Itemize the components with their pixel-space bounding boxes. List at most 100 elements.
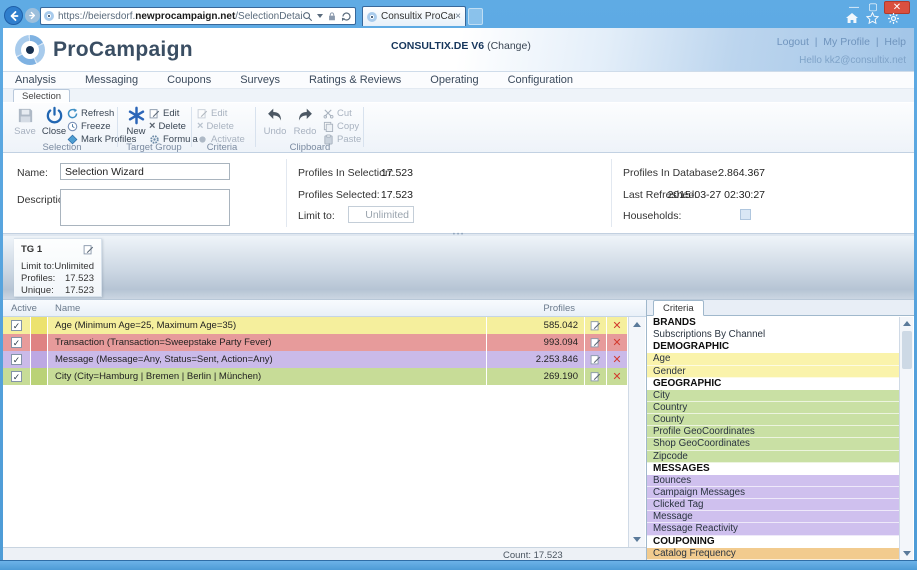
row-profiles: 269.190	[487, 368, 585, 385]
row-delete-icon[interactable]: ✕	[607, 351, 628, 368]
row-active-checkbox[interactable]: ✓	[11, 320, 22, 331]
households-checkbox[interactable]	[740, 209, 751, 220]
home-icon	[845, 12, 859, 24]
row-edit-icon[interactable]	[590, 337, 601, 348]
save-button[interactable]: Save	[11, 105, 39, 141]
profiles-in-selection-value: 17.523	[333, 167, 413, 179]
row-delete-icon[interactable]: ✕	[607, 368, 628, 385]
tab-close-icon[interactable]: ×	[455, 11, 461, 22]
change-account-link[interactable]: (Change)	[487, 40, 531, 52]
row-delete-icon[interactable]: ✕	[607, 334, 628, 351]
row-delete-icon[interactable]: ✕	[607, 317, 628, 334]
tab-criteria[interactable]: Criteria	[653, 300, 704, 316]
cut-scissors-icon	[323, 108, 334, 119]
criteria-item-profile-geo[interactable]: Profile GeoCoordinates	[647, 426, 900, 438]
refresh-button[interactable]: Refresh	[67, 107, 114, 119]
address-bar[interactable]: https://beiersdorf.newprocampaign.net/Se…	[40, 7, 356, 25]
criteria-delete-label: Delete	[206, 121, 233, 132]
row-edit-icon[interactable]	[590, 354, 601, 365]
criteria-item-city[interactable]: City	[647, 390, 900, 402]
criteria-table-header: Active Name Profiles	[3, 300, 646, 317]
copy-button[interactable]: Copy	[323, 120, 359, 132]
undo-label: Undo	[264, 126, 287, 137]
target-group-card[interactable]: TG 1 Limit to:Unlimited Profiles:17.523 …	[14, 238, 102, 297]
browser-tab[interactable]: Consultix ProCampaign ×	[362, 6, 466, 26]
criteria-item-message[interactable]: Message	[647, 511, 900, 523]
scrollbar-thumb[interactable]	[902, 331, 912, 369]
home-button[interactable]	[845, 12, 859, 24]
tg-edit-icon[interactable]	[83, 244, 94, 255]
menu-item-ratings-reviews[interactable]: Ratings & Reviews	[309, 74, 401, 86]
criteria-row-message[interactable]: ✓ Message (Message=Any, Status=Sent, Act…	[3, 351, 628, 368]
row-active-checkbox[interactable]: ✓	[11, 371, 22, 382]
criteria-item-county[interactable]: County	[647, 414, 900, 426]
undo-button[interactable]: Undo	[261, 105, 289, 141]
account-label: CONSULTIX.DE V6	[391, 40, 484, 52]
search-icon[interactable]	[302, 11, 313, 22]
tg-delete-button[interactable]: × Delete	[149, 120, 186, 132]
criteria-item-age[interactable]: Age	[647, 353, 900, 365]
new-tab-button[interactable]	[468, 8, 483, 25]
tg-limit-label: Limit to:	[21, 261, 54, 272]
criteria-item-subscriptions[interactable]: Subscriptions By Channel	[647, 329, 900, 341]
new-target-group-button[interactable]: New	[122, 105, 150, 141]
criteria-item-bounces[interactable]: Bounces	[647, 475, 900, 487]
freeze-label: Freeze	[81, 121, 111, 132]
criteria-delete-button[interactable]: × Delete	[197, 120, 234, 132]
tg-edit-button[interactable]: Edit	[149, 107, 179, 119]
criteria-item-zipcode[interactable]: Zipcode	[647, 451, 900, 463]
menu-item-surveys[interactable]: Surveys	[240, 74, 280, 86]
row-color-stripe	[31, 368, 48, 385]
row-edit-icon[interactable]	[590, 371, 601, 382]
refresh-icon	[67, 108, 78, 119]
criteria-row-city[interactable]: ✓ City (City=Hamburg | Bremen | Berlin |…	[3, 368, 628, 385]
criteria-item-gender[interactable]: Gender	[647, 366, 900, 378]
close-button[interactable]: Close	[40, 105, 68, 141]
freeze-clock-icon	[67, 121, 78, 132]
name-input[interactable]	[60, 163, 230, 180]
menu-item-operating[interactable]: Operating	[430, 74, 478, 86]
criteria-item-country[interactable]: Country	[647, 402, 900, 414]
search-dropdown-caret[interactable]	[317, 14, 323, 18]
criteria-row-age[interactable]: ✓ Age (Minimum Age=25, Maximum Age=35) 5…	[3, 317, 628, 334]
criteria-item-clicked-tag[interactable]: Clicked Tag	[647, 499, 900, 511]
row-edit-icon[interactable]	[590, 320, 601, 331]
scroll-down-arrow[interactable]	[633, 537, 641, 542]
cut-button[interactable]: Cut	[323, 107, 352, 119]
scroll-up-arrow[interactable]	[903, 321, 911, 326]
criteria-scrollbar[interactable]	[899, 317, 913, 560]
favorites-button[interactable]	[866, 12, 879, 24]
criteria-item-msg-reactivity[interactable]: Message Reactivity	[647, 523, 900, 535]
my-profile-link[interactable]: My Profile	[823, 36, 870, 48]
redo-button[interactable]: Redo	[291, 105, 319, 141]
header-links: Logout | My Profile | Help	[777, 36, 906, 48]
back-button[interactable]	[4, 6, 23, 25]
table-scrollbar[interactable]	[628, 317, 645, 547]
criteria-row-transaction[interactable]: ✓ Transaction (Transaction=Sweepstake Pa…	[3, 334, 628, 351]
scroll-up-arrow[interactable]	[633, 322, 641, 327]
ribbon-separator	[363, 107, 364, 147]
row-name: Transaction (Transaction=Sweepstake Part…	[48, 334, 487, 351]
criteria-item-campaign-msgs[interactable]: Campaign Messages	[647, 487, 900, 499]
criteria-item-catalog-freq[interactable]: Catalog Frequency	[647, 548, 900, 560]
menu-item-messaging[interactable]: Messaging	[85, 74, 138, 86]
help-link[interactable]: Help	[884, 36, 906, 48]
menu-item-coupons[interactable]: Coupons	[167, 74, 211, 86]
description-input[interactable]	[60, 189, 230, 226]
logout-link[interactable]: Logout	[777, 36, 809, 48]
scroll-down-arrow[interactable]	[903, 551, 911, 556]
tab-selection[interactable]: Selection	[13, 89, 70, 102]
menu-item-analysis[interactable]: Analysis	[15, 74, 56, 86]
forward-button[interactable]	[25, 8, 40, 23]
criteria-item-shop-geo[interactable]: Shop GeoCoordinates	[647, 438, 900, 450]
freeze-button[interactable]: Freeze	[67, 120, 111, 132]
criteria-edit-button[interactable]: Edit	[197, 107, 227, 119]
row-active-checkbox[interactable]: ✓	[11, 337, 22, 348]
limit-to-input[interactable]	[348, 206, 414, 223]
delete-x-icon: ×	[197, 121, 203, 132]
menu-item-configuration[interactable]: Configuration	[508, 74, 573, 86]
row-active-checkbox[interactable]: ✓	[11, 354, 22, 365]
settings-button[interactable]	[887, 12, 900, 25]
households-label: Households:	[623, 210, 681, 222]
refresh-page-icon[interactable]	[341, 11, 352, 22]
